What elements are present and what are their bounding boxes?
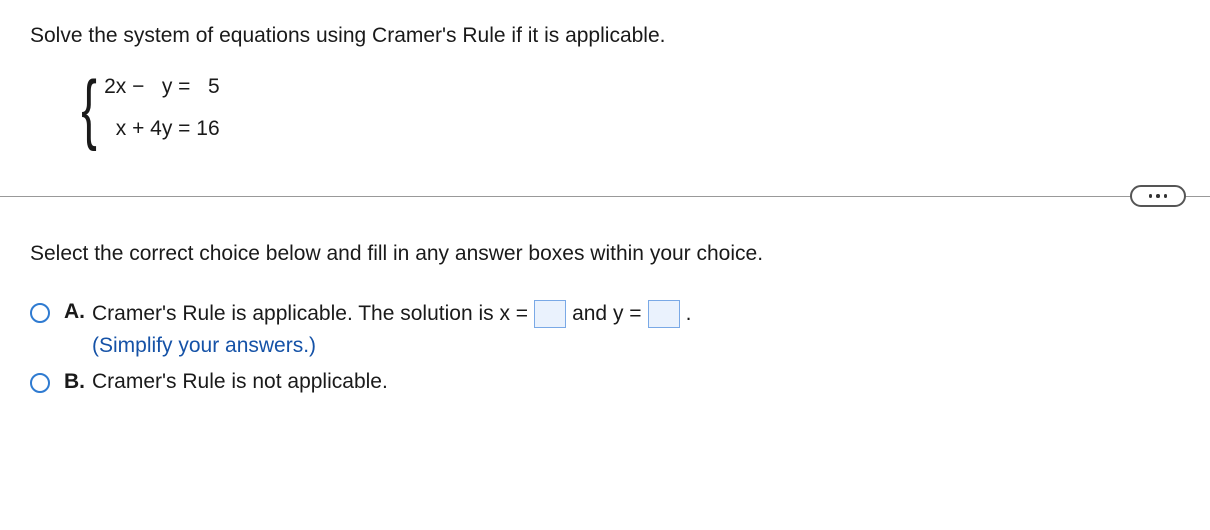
equation-row-1: 2x − y = 5 [104, 66, 220, 108]
question-prompt: Solve the system of equations using Cram… [30, 24, 1180, 48]
radio-choice-b[interactable] [30, 373, 50, 393]
dot-icon [1164, 194, 1168, 198]
dot-icon [1156, 194, 1160, 198]
answer-input-y[interactable] [648, 300, 680, 328]
equation-row-2: x + 4y = 16 [104, 108, 220, 150]
dot-icon [1149, 194, 1153, 198]
choice-a-hint: (Simplify your answers.) [92, 334, 1180, 358]
divider-line [0, 196, 1210, 197]
choice-a: A. Cramer's Rule is applicable. The solu… [30, 300, 1180, 358]
choice-a-text-before: Cramer's Rule is applicable. The solutio… [92, 302, 528, 326]
choice-b-label: B. [64, 370, 92, 394]
choice-a-text-after: . [686, 302, 692, 326]
radio-choice-a[interactable] [30, 303, 50, 323]
brace-icon: { [81, 69, 97, 147]
equation-system: { 2x − y = 5 x + 4y = 16 [76, 66, 1180, 150]
more-options-button[interactable] [1130, 185, 1186, 207]
choice-a-text-between: and y = [572, 302, 641, 326]
choice-a-body: Cramer's Rule is applicable. The solutio… [92, 300, 1180, 358]
choice-b-body: Cramer's Rule is not applicable. [92, 370, 1180, 394]
choice-a-label: A. [64, 300, 92, 324]
choice-b: B. Cramer's Rule is not applicable. [30, 370, 1180, 394]
choice-b-text: Cramer's Rule is not applicable. [92, 370, 388, 393]
answer-instruction: Select the correct choice below and fill… [30, 242, 1180, 266]
section-divider [0, 186, 1210, 206]
equations: 2x − y = 5 x + 4y = 16 [104, 66, 220, 150]
answer-input-x[interactable] [534, 300, 566, 328]
